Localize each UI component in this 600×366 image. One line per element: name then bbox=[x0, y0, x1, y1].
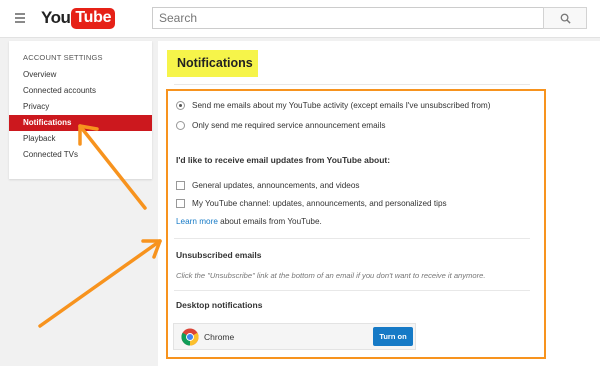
annotation-box bbox=[166, 89, 546, 359]
sidebar-item-connected-tvs[interactable]: Connected TVs bbox=[9, 147, 152, 163]
search-input[interactable] bbox=[152, 7, 544, 29]
logo-you-text: You bbox=[41, 8, 71, 27]
logo-tube-text: Tube bbox=[71, 7, 116, 29]
search-button[interactable] bbox=[543, 7, 587, 29]
top-bar: You Tube bbox=[0, 0, 600, 38]
sidebar-item-privacy[interactable]: Privacy bbox=[9, 99, 152, 115]
menu-icon[interactable] bbox=[15, 13, 25, 23]
page-title: Notifications bbox=[177, 56, 253, 70]
sidebar-item-connected-accounts[interactable]: Connected accounts bbox=[9, 83, 152, 99]
divider bbox=[174, 84, 530, 85]
search-icon bbox=[560, 13, 571, 24]
account-settings-sidebar: ACCOUNT SETTINGS Overview Connected acco… bbox=[9, 41, 152, 179]
sidebar-item-notifications[interactable]: Notifications bbox=[9, 115, 152, 131]
sidebar-item-overview[interactable]: Overview bbox=[9, 67, 152, 83]
sidebar-heading: ACCOUNT SETTINGS bbox=[23, 53, 103, 62]
arrow-to-settings-box bbox=[38, 239, 162, 328]
youtube-logo[interactable]: You Tube bbox=[41, 7, 116, 29]
sidebar-item-playback[interactable]: Playback bbox=[9, 131, 152, 147]
